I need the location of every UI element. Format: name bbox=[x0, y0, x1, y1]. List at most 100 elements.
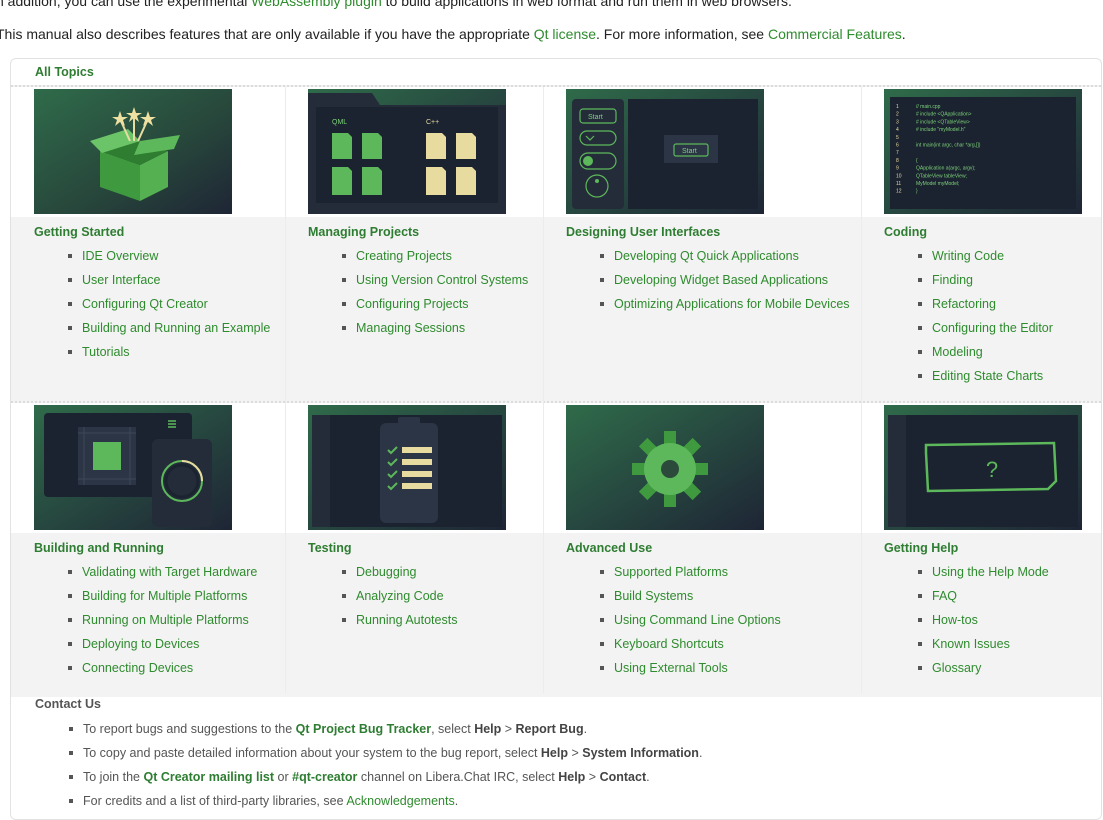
contact-text: To copy and paste detailed information a… bbox=[83, 746, 541, 760]
topic-link[interactable]: Finding bbox=[918, 268, 1053, 292]
menu-help: Help bbox=[474, 722, 502, 736]
topic-link[interactable]: Tutorials bbox=[68, 340, 270, 364]
code-line-text: // main.cpp bbox=[916, 104, 941, 110]
contact-item: To report bugs and suggestions to the Qt… bbox=[69, 717, 702, 741]
intro-text: . bbox=[901, 26, 906, 42]
code-line-number: 9 bbox=[896, 166, 899, 172]
topic-title-testing[interactable]: Testing bbox=[308, 541, 352, 555]
topic-title-coding[interactable]: Coding bbox=[884, 225, 927, 239]
bug-tracker-link[interactable]: Qt Project Bug Tracker bbox=[296, 722, 431, 736]
menu-help: Help bbox=[558, 770, 586, 784]
code-line-text: QApplication a(argc, argv); bbox=[916, 166, 975, 172]
topic-link[interactable]: FAQ bbox=[918, 584, 1049, 608]
getting-started-image[interactable] bbox=[34, 89, 232, 214]
commercial-features-link[interactable]: Commercial Features bbox=[768, 26, 902, 42]
topic-link[interactable]: How-tos bbox=[918, 608, 1049, 632]
topic-link[interactable]: Running on Multiple Platforms bbox=[68, 608, 257, 632]
managing-projects-image[interactable]: QML C++ bbox=[308, 89, 506, 214]
contact-item: To join the Qt Creator mailing list or #… bbox=[69, 765, 702, 789]
designing-ui-image[interactable]: Start Start bbox=[566, 89, 764, 214]
webassembly-plugin-link[interactable]: WebAssembly plugin bbox=[251, 0, 381, 9]
topic-link[interactable]: Modeling bbox=[918, 340, 1053, 364]
irc-channel-link[interactable]: #qt-creator bbox=[292, 770, 357, 784]
menu-contact: Contact bbox=[599, 770, 647, 784]
code-line-number: 3 bbox=[896, 119, 899, 125]
coding-image[interactable]: 1 // main.cpp 2 # include <QApplication> 3 # … bbox=[884, 89, 1082, 214]
topic-list-coding: Writing Code Finding Refactoring Configu… bbox=[918, 244, 1053, 388]
topic-list-designing-ui: Developing Qt Quick Applications Develop… bbox=[600, 244, 850, 316]
topic-link[interactable]: Developing Widget Based Applications bbox=[600, 268, 850, 292]
contact-text: To report bugs and suggestions to the bbox=[83, 722, 296, 736]
topic-title-advanced-use[interactable]: Advanced Use bbox=[566, 541, 652, 555]
topic-link[interactable]: Supported Platforms bbox=[600, 560, 781, 584]
topic-link[interactable]: Using Command Line Options bbox=[600, 608, 781, 632]
menu-separator: > bbox=[585, 770, 600, 784]
topic-link[interactable]: Configuring Qt Creator bbox=[68, 292, 270, 316]
topic-link[interactable]: Known Issues bbox=[918, 632, 1049, 656]
topic-link[interactable]: Optimizing Applications for Mobile Devic… bbox=[600, 292, 850, 316]
qt-license-link[interactable]: Qt license bbox=[534, 26, 596, 42]
topic-link[interactable]: Build Systems bbox=[600, 584, 781, 608]
topic-title-designing-ui[interactable]: Designing User Interfaces bbox=[566, 225, 720, 239]
topic-link[interactable]: Configuring the Editor bbox=[918, 316, 1053, 340]
topic-link[interactable]: User Interface bbox=[68, 268, 270, 292]
topic-link[interactable]: Developing Qt Quick Applications bbox=[600, 244, 850, 268]
topic-link[interactable]: Managing Sessions bbox=[342, 316, 528, 340]
code-line-number: 11 bbox=[896, 181, 901, 187]
contact-text: . bbox=[583, 722, 588, 736]
topic-link[interactable]: Deploying to Devices bbox=[68, 632, 257, 656]
topic-link[interactable]: IDE Overview bbox=[68, 244, 270, 268]
topics-panel: All Topics QML C++ Start Start 1 // main… bbox=[10, 58, 1102, 820]
topic-link[interactable]: Glossary bbox=[918, 656, 1049, 680]
code-line-text: MyModel myModel; bbox=[916, 181, 959, 187]
contact-text: . bbox=[454, 794, 459, 808]
topic-link[interactable]: Configuring Projects bbox=[342, 292, 528, 316]
intro-line-1: n addition, you can use the experimental… bbox=[0, 0, 792, 9]
getting-help-image[interactable]: ? bbox=[884, 405, 1082, 530]
topic-link[interactable]: Validating with Target Hardware bbox=[68, 560, 257, 584]
intro-text: . For more information, see bbox=[596, 26, 768, 42]
code-line-number: 7 bbox=[896, 150, 899, 156]
building-running-image[interactable] bbox=[34, 405, 232, 530]
topic-link[interactable]: Building for Multiple Platforms bbox=[68, 584, 257, 608]
mailing-list-link[interactable]: Qt Creator mailing list bbox=[143, 770, 274, 784]
topic-list-building-running: Validating with Target Hardware Building… bbox=[68, 560, 257, 680]
code-line-number: 5 bbox=[896, 135, 899, 141]
acknowledgements-link[interactable]: Acknowledgements bbox=[346, 794, 454, 808]
contact-list: To report bugs and suggestions to the Qt… bbox=[69, 717, 702, 813]
topic-link[interactable]: Debugging bbox=[342, 560, 457, 584]
intro-text: to build applications in web format and … bbox=[381, 0, 792, 9]
code-line-number: 2 bbox=[896, 112, 899, 118]
topic-link[interactable]: Analyzing Code bbox=[342, 584, 457, 608]
menu-separator: > bbox=[568, 746, 583, 760]
contact-text: . bbox=[646, 770, 650, 784]
code-line-text: QTableView tableView; bbox=[916, 173, 967, 179]
code-line-text: # include <QTableView> bbox=[916, 119, 970, 125]
contact-item: For credits and a list of third-party li… bbox=[69, 789, 702, 813]
topic-link[interactable]: Using Version Control Systems bbox=[342, 268, 528, 292]
topic-title-getting-help[interactable]: Getting Help bbox=[884, 541, 958, 555]
topic-link[interactable]: Editing State Charts bbox=[918, 364, 1053, 388]
contact-text: . bbox=[698, 746, 703, 760]
topic-link[interactable]: Keyboard Shortcuts bbox=[600, 632, 781, 656]
code-line-text: # include "myModel.h" bbox=[916, 127, 966, 133]
topic-title-getting-started[interactable]: Getting Started bbox=[34, 225, 124, 239]
topic-title-building-running[interactable]: Building and Running bbox=[34, 541, 164, 555]
topic-link[interactable]: Connecting Devices bbox=[68, 656, 257, 680]
contact-text: To join the bbox=[83, 770, 144, 784]
advanced-use-image[interactable] bbox=[566, 405, 764, 530]
topic-link[interactable]: Using the Help Mode bbox=[918, 560, 1049, 584]
column-divider bbox=[285, 87, 286, 693]
topic-link[interactable]: Writing Code bbox=[918, 244, 1053, 268]
topic-title-managing-projects[interactable]: Managing Projects bbox=[308, 225, 419, 239]
topic-link[interactable]: Using External Tools bbox=[600, 656, 781, 680]
topic-link[interactable]: Refactoring bbox=[918, 292, 1053, 316]
topic-link[interactable]: Creating Projects bbox=[342, 244, 528, 268]
contact-text: For credits and a list of third-party li… bbox=[83, 794, 347, 808]
topic-link[interactable]: Running Autotests bbox=[342, 608, 457, 632]
contact-text: , select bbox=[431, 722, 475, 736]
testing-image[interactable] bbox=[308, 405, 506, 530]
topic-list-managing-projects: Creating Projects Using Version Control … bbox=[342, 244, 528, 340]
code-line-number: 1 bbox=[896, 104, 899, 110]
topic-link[interactable]: Building and Running an Example bbox=[68, 316, 270, 340]
